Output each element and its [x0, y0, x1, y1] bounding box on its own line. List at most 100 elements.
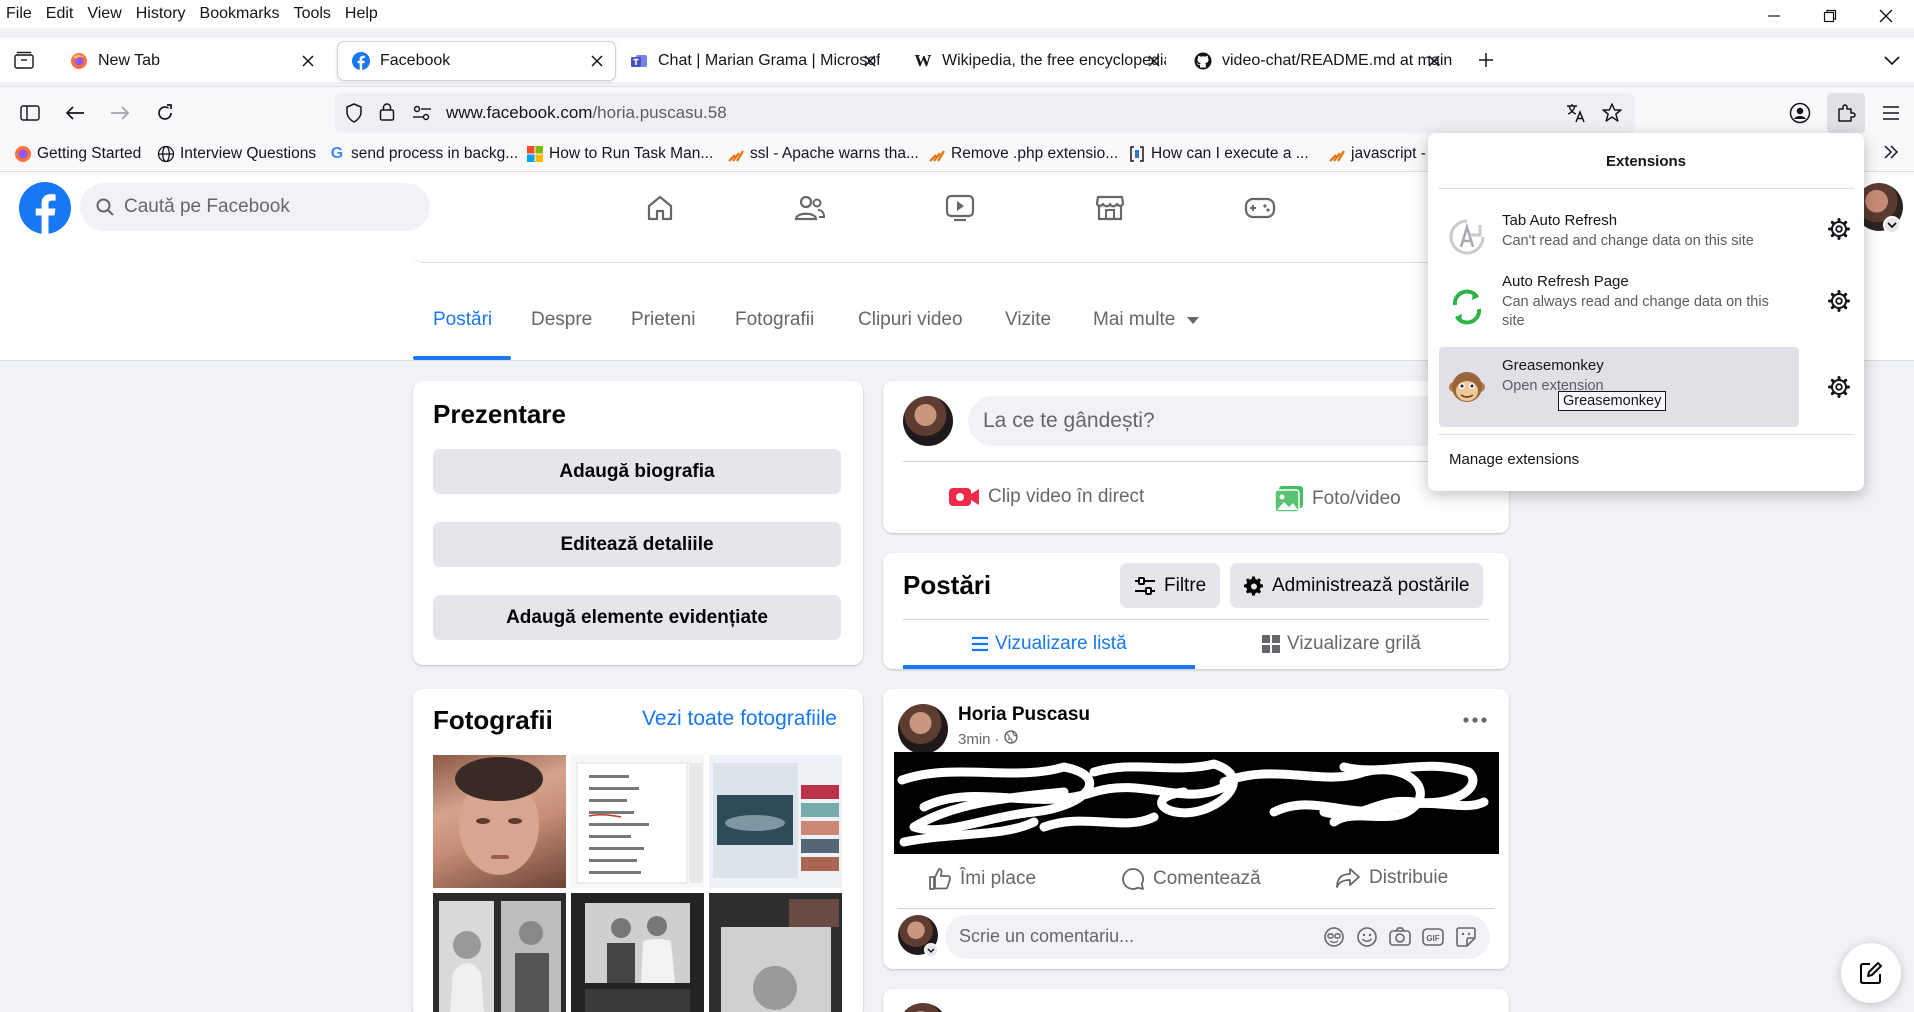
- grid-view-tab[interactable]: Vizualizare grilă: [1261, 633, 1421, 655]
- post-options-dots-icon[interactable]: [1463, 717, 1487, 723]
- menu-edit[interactable]: Edit: [39, 0, 81, 28]
- menu-tools[interactable]: Tools: [287, 0, 338, 28]
- composer-input[interactable]: La ce te gândești?: [968, 396, 1508, 446]
- close-window-button[interactable]: [1858, 0, 1914, 32]
- tab-friends[interactable]: Prieteni: [631, 309, 695, 331]
- account-icon[interactable]: [1784, 97, 1816, 129]
- tab-wikipedia[interactable]: W Wikipedia, the free encyclopedia: [900, 42, 1172, 80]
- translate-icon[interactable]: [1565, 102, 1587, 129]
- extension-tab-auto-refresh[interactable]: Tab Auto Refresh Can't read and change d…: [1439, 197, 1799, 277]
- photo-thumbnail[interactable]: [571, 755, 704, 888]
- camera-icon[interactable]: [1388, 926, 1412, 953]
- marketplace-icon[interactable]: [1088, 186, 1132, 230]
- comment-input[interactable]: Scrie un comentariu... GIF: [945, 915, 1490, 959]
- home-icon[interactable]: [638, 186, 682, 230]
- edit-details-button[interactable]: Editează detaliile: [433, 522, 841, 567]
- next-post-avatar[interactable]: [898, 1003, 948, 1012]
- close-tab-icon[interactable]: [587, 51, 607, 71]
- tab-about[interactable]: Despre: [531, 309, 592, 331]
- filters-button[interactable]: Filtre: [1120, 563, 1221, 608]
- comment-button[interactable]: Comentează: [1121, 867, 1261, 891]
- list-view-tab[interactable]: Vizualizare listă: [971, 633, 1127, 655]
- extension-greasemonkey[interactable]: Greasemonkey Open extension: [1439, 347, 1799, 427]
- post-time[interactable]: 3min: [958, 731, 991, 748]
- share-button[interactable]: Distribuie: [1335, 867, 1448, 889]
- reload-icon[interactable]: [149, 97, 181, 129]
- composer-avatar[interactable]: [903, 396, 953, 446]
- photo-thumbnail[interactable]: [709, 893, 842, 1012]
- menu-view[interactable]: View: [80, 0, 128, 28]
- extensions-puzzle-icon[interactable]: [1827, 93, 1865, 133]
- bookmark-star-icon[interactable]: [1601, 102, 1623, 129]
- photo-video-button[interactable]: Foto/video: [1274, 485, 1401, 513]
- account-chevron-down-icon[interactable]: [1883, 216, 1901, 234]
- manage-extensions-link[interactable]: Manage extensions: [1449, 451, 1579, 468]
- new-message-compose-icon[interactable]: [1841, 943, 1901, 1003]
- tab-posts[interactable]: Postări: [433, 309, 492, 331]
- permissions-icon[interactable]: [412, 104, 432, 127]
- bookmark-send-process[interactable]: G send process in backg...: [328, 145, 518, 163]
- tab-check-ins[interactable]: Vizite: [1005, 309, 1051, 331]
- add-featured-button[interactable]: Adaugă elemente evidențiate: [433, 595, 841, 640]
- bookmark-ssl-apache[interactable]: ssl - Apache warns tha...: [727, 145, 919, 163]
- like-button[interactable]: Îmi place: [928, 867, 1036, 891]
- lock-icon[interactable]: [379, 102, 395, 127]
- bookmark-getting-started[interactable]: Getting Started: [14, 145, 141, 163]
- menu-file[interactable]: File: [0, 0, 39, 28]
- post-author-avatar[interactable]: [898, 704, 948, 754]
- see-all-photos-link[interactable]: Vezi toate fotografiile: [642, 707, 837, 731]
- close-tab-icon[interactable]: [1424, 51, 1444, 71]
- photo-thumbnail[interactable]: [433, 893, 566, 1012]
- menu-help[interactable]: Help: [338, 0, 385, 28]
- close-tab-icon[interactable]: [1144, 51, 1164, 71]
- hamburger-menu-icon[interactable]: [1875, 97, 1907, 129]
- photo-thumbnail[interactable]: [709, 755, 842, 888]
- friends-icon[interactable]: [788, 186, 832, 230]
- video-watch-icon[interactable]: [938, 186, 982, 230]
- back-arrow-icon[interactable]: [59, 97, 91, 129]
- emoji-icon[interactable]: [1355, 926, 1379, 953]
- tab-new-tab[interactable]: New Tab: [56, 42, 326, 80]
- bookmarks-overflow-chevron-icon[interactable]: [1882, 144, 1900, 160]
- new-tab-plus-icon[interactable]: [1470, 44, 1502, 76]
- sticker-icon[interactable]: [1454, 926, 1478, 953]
- address-bar[interactable]: www.facebook.com/horia.puscasu.58: [335, 93, 1635, 133]
- bookmark-execute[interactable]: How can I execute a ...: [1128, 145, 1309, 163]
- close-tab-icon[interactable]: [298, 51, 318, 71]
- facebook-search-input[interactable]: Caută pe Facebook: [80, 183, 430, 231]
- restore-button[interactable]: [1802, 0, 1858, 32]
- tab-photos[interactable]: Fotografii: [735, 309, 814, 331]
- bookmark-remove-php[interactable]: Remove .php extensio...: [928, 145, 1118, 163]
- add-bio-button[interactable]: Adaugă biografia: [433, 449, 841, 494]
- extension-auto-refresh-page[interactable]: Auto Refresh Page Can always read and ch…: [1439, 267, 1799, 347]
- menu-bookmarks[interactable]: Bookmarks: [193, 0, 287, 28]
- tab-facebook[interactable]: Facebook: [338, 42, 615, 80]
- photo-thumbnail[interactable]: [571, 893, 704, 1012]
- gear-icon[interactable]: [1827, 289, 1851, 313]
- commenter-chevron-down-icon[interactable]: [924, 943, 938, 957]
- photo-thumbnail[interactable]: [433, 755, 566, 888]
- gaming-icon[interactable]: [1238, 186, 1282, 230]
- bookmark-task-manager[interactable]: How to Run Task Man...: [526, 145, 713, 163]
- tab-github[interactable]: video-chat/README.md at main: [1180, 42, 1452, 80]
- live-video-button[interactable]: Clip video în direct: [948, 485, 1144, 509]
- list-all-tabs-chevron-icon[interactable]: [1876, 44, 1908, 76]
- tab-more[interactable]: Mai multe: [1093, 309, 1199, 331]
- forward-arrow-icon[interactable]: [104, 97, 136, 129]
- close-tab-icon[interactable]: [860, 51, 880, 71]
- gif-icon[interactable]: GIF: [1421, 926, 1445, 953]
- bookmark-javascript[interactable]: javascript -: [1328, 145, 1426, 163]
- bookmark-interview-questions[interactable]: Interview Questions: [157, 145, 316, 163]
- menu-history[interactable]: History: [129, 0, 193, 28]
- manage-posts-button[interactable]: Administrează postările: [1230, 563, 1484, 608]
- post-author-name[interactable]: Horia Puscasu: [958, 704, 1090, 726]
- tab-teams-chat[interactable]: Chat | Marian Grama | Microsoft: [616, 42, 888, 80]
- avatar-sticker-icon[interactable]: [1322, 926, 1346, 953]
- sidebar-toggle-icon[interactable]: [14, 97, 46, 129]
- tab-overview-icon[interactable]: [8, 44, 40, 76]
- tab-videos[interactable]: Clipuri video: [858, 309, 963, 331]
- tracking-protection-shield-icon[interactable]: [345, 103, 363, 128]
- minimize-button[interactable]: [1746, 0, 1802, 32]
- facebook-logo-icon[interactable]: [19, 182, 71, 234]
- gear-icon[interactable]: [1827, 375, 1851, 399]
